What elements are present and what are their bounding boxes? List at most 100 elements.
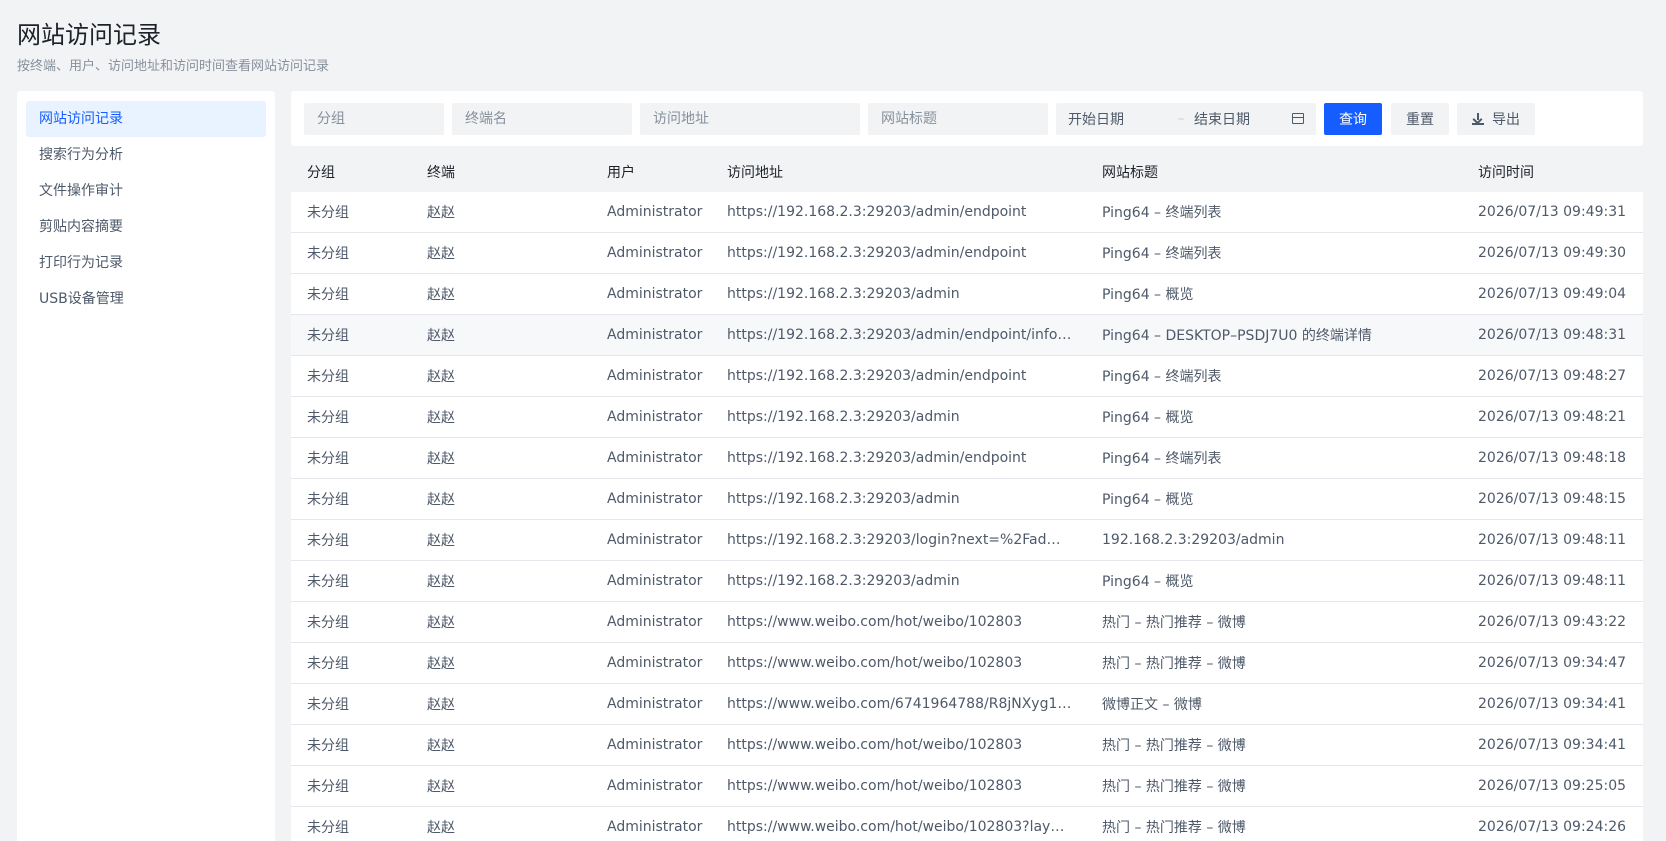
page-subtitle: 按终端、用户、访问地址和访问时间查看网站访问记录 xyxy=(17,59,330,74)
export-button[interactable]: 导出 xyxy=(1457,102,1535,135)
cell-user: Administrator xyxy=(607,778,703,794)
reset-button[interactable]: 重置 xyxy=(1391,102,1449,135)
cell-title: Ping64 – 概览 xyxy=(1102,492,1194,508)
table-row[interactable]: 未分组 赵赵 Administrator https://www.weibo.com/… xyxy=(291,643,1643,684)
cell-time: 2026/07/13 09:43:22 xyxy=(1478,614,1627,630)
group-filter-input[interactable] xyxy=(304,102,444,135)
export-label: 导出 xyxy=(1492,111,1520,128)
cell-group: 未分组 xyxy=(307,656,349,672)
cell-title: Ping64 – 概览 xyxy=(1102,287,1194,303)
cell-url: https://192.168.2.3:29203/admin xyxy=(727,491,960,507)
sidebar-item-clipboard[interactable]: 剪贴内容摘要 xyxy=(26,209,266,245)
cell-url: https://192.168.2.3:29203/admin/endpoint xyxy=(727,204,1027,220)
cell-time: 2026/07/13 09:48:31 xyxy=(1478,327,1627,343)
cell-title: 192.168.2.3:29203/admin xyxy=(1102,532,1285,548)
cell-group: 未分组 xyxy=(307,738,349,754)
cell-endpoint: 赵赵 xyxy=(427,820,455,836)
table-row[interactable]: 未分组 赵赵 Administrator https://192.168.2.3:29… xyxy=(291,274,1643,315)
cell-endpoint: 赵赵 xyxy=(427,410,455,426)
date-range-picker[interactable]: 开始日期 – 结束日期 xyxy=(1056,102,1316,135)
cell-endpoint: 赵赵 xyxy=(427,369,455,385)
table-row[interactable]: 未分组 赵赵 Administrator https://192.168.2.3:29… xyxy=(291,192,1643,233)
cell-time: 2026/07/13 09:49:04 xyxy=(1478,286,1627,302)
cell-user: Administrator xyxy=(607,737,703,753)
sidebar: 网站访问记录 搜索行为分析 文件操作审计 剪贴内容摘要 打印行为记录 USB设备… xyxy=(17,91,275,841)
page-title: 网站访问记录 xyxy=(17,21,161,49)
cell-user: Administrator xyxy=(607,696,703,712)
sidebar-item-web-access[interactable]: 网站访问记录 xyxy=(26,101,266,137)
cell-title: Ping64 – 概览 xyxy=(1102,410,1194,426)
cell-url: https://192.168.2.3:29203/admin/endpoint xyxy=(727,368,1027,384)
cell-url: https://www.weibo.com/hot/weibo/102803 xyxy=(727,655,1023,671)
cell-endpoint: 赵赵 xyxy=(427,205,455,221)
cell-url: https://www.weibo.com/hot/weibo/102803 xyxy=(727,737,1023,753)
table-header: 分组 终端 用户 访问地址 网站标题 访问时间 xyxy=(291,151,1643,192)
cell-group: 未分组 xyxy=(307,246,349,262)
cell-time: 2026/07/13 09:48:11 xyxy=(1478,573,1627,589)
sidebar-item-file-audit[interactable]: 文件操作审计 xyxy=(26,173,266,209)
cell-time: 2026/07/13 09:34:41 xyxy=(1478,737,1627,753)
cell-endpoint: 赵赵 xyxy=(427,492,455,508)
column-header-endpoint: 终端 xyxy=(427,164,455,181)
cell-endpoint: 赵赵 xyxy=(427,533,455,549)
cell-user: Administrator xyxy=(607,368,703,384)
cell-title: Ping64 – 终端列表 xyxy=(1102,205,1222,221)
cell-user: Administrator xyxy=(607,245,703,261)
title-filter-input[interactable] xyxy=(868,102,1048,135)
cell-group: 未分组 xyxy=(307,697,349,713)
column-header-url: 访问地址 xyxy=(727,164,783,181)
table-row[interactable]: 未分组 赵赵 Administrator https://192.168.2.3:29… xyxy=(291,356,1643,397)
cell-user: Administrator xyxy=(607,491,703,507)
table-row[interactable]: 未分组 赵赵 Administrator https://www.weibo.com/… xyxy=(291,602,1643,643)
cell-url: https://192.168.2.3:29203/admin/endpoint… xyxy=(727,327,1086,343)
cell-title: Ping64 – 概览 xyxy=(1102,574,1194,590)
cell-group: 未分组 xyxy=(307,410,349,426)
table-row[interactable]: 未分组 赵赵 Administrator https://192.168.2.3:29… xyxy=(291,233,1643,274)
cell-url: https://192.168.2.3:29203/admin/endpoint xyxy=(727,245,1027,261)
main-content: 开始日期 – 结束日期 查询 重置 导出 分组 终端 用户 访问地址 网站标题 … xyxy=(291,91,1643,841)
cell-user: Administrator xyxy=(607,532,703,548)
table-body: 未分组 赵赵 Administrator https://192.168.2.3:29… xyxy=(291,192,1643,841)
cell-group: 未分组 xyxy=(307,451,349,467)
cell-time: 2026/07/13 09:49:31 xyxy=(1478,204,1627,220)
cell-group: 未分组 xyxy=(307,820,349,836)
date-separator: – xyxy=(1177,110,1185,127)
date-start[interactable]: 开始日期 xyxy=(1068,109,1168,129)
column-header-user: 用户 xyxy=(607,164,635,181)
cell-time: 2026/07/13 09:48:21 xyxy=(1478,409,1627,425)
cell-endpoint: 赵赵 xyxy=(427,656,455,672)
table-row[interactable]: 未分组 赵赵 Administrator https://192.168.2.3:29… xyxy=(291,479,1643,520)
table-row[interactable]: 未分组 赵赵 Administrator https://192.168.2.3:29… xyxy=(291,561,1643,602)
cell-url: https://192.168.2.3:29203/admin xyxy=(727,409,960,425)
cell-user: Administrator xyxy=(607,327,703,343)
cell-endpoint: 赵赵 xyxy=(427,287,455,303)
sidebar-item-usb[interactable]: USB设备管理 xyxy=(26,281,266,317)
cell-url: https://www.weibo.com/hot/weibo/102803 xyxy=(727,614,1023,630)
cell-endpoint: 赵赵 xyxy=(427,615,455,631)
table-row[interactable]: 未分组 赵赵 Administrator https://192.168.2.3:29… xyxy=(291,315,1643,356)
table-row[interactable]: 未分组 赵赵 Administrator https://www.weibo.com/… xyxy=(291,684,1643,725)
url-filter-input[interactable] xyxy=(640,102,860,135)
cell-time: 2026/07/13 09:24:26 xyxy=(1478,819,1627,835)
cell-title: Ping64 – 终端列表 xyxy=(1102,451,1222,467)
table-row[interactable]: 未分组 赵赵 Administrator https://www.weibo.com/… xyxy=(291,766,1643,807)
table-row[interactable]: 未分组 赵赵 Administrator https://www.weibo.com/… xyxy=(291,807,1643,841)
query-button[interactable]: 查询 xyxy=(1324,102,1382,135)
cell-user: Administrator xyxy=(607,819,703,835)
sidebar-item-search-behavior[interactable]: 搜索行为分析 xyxy=(26,137,266,173)
cell-title: 热门 – 热门推荐 – 微博 xyxy=(1102,615,1246,631)
date-end[interactable]: 结束日期 xyxy=(1194,109,1292,129)
table-row[interactable]: 未分组 赵赵 Administrator https://192.168.2.3:29… xyxy=(291,397,1643,438)
endpoint-filter-input[interactable] xyxy=(452,102,632,135)
cell-group: 未分组 xyxy=(307,328,349,344)
cell-endpoint: 赵赵 xyxy=(427,697,455,713)
table-row[interactable]: 未分组 赵赵 Administrator https://www.weibo.com/… xyxy=(291,725,1643,766)
cell-title: 热门 – 热门推荐 – 微博 xyxy=(1102,738,1246,754)
sidebar-item-print[interactable]: 打印行为记录 xyxy=(26,245,266,281)
table-row[interactable]: 未分组 赵赵 Administrator https://192.168.2.3:29… xyxy=(291,438,1643,479)
table-row[interactable]: 未分组 赵赵 Administrator https://192.168.2.3:29… xyxy=(291,520,1643,561)
cell-time: 2026/07/13 09:48:15 xyxy=(1478,491,1627,507)
cell-url: https://192.168.2.3:29203/admin xyxy=(727,286,960,302)
cell-group: 未分组 xyxy=(307,492,349,508)
calendar-icon[interactable] xyxy=(1292,113,1304,124)
